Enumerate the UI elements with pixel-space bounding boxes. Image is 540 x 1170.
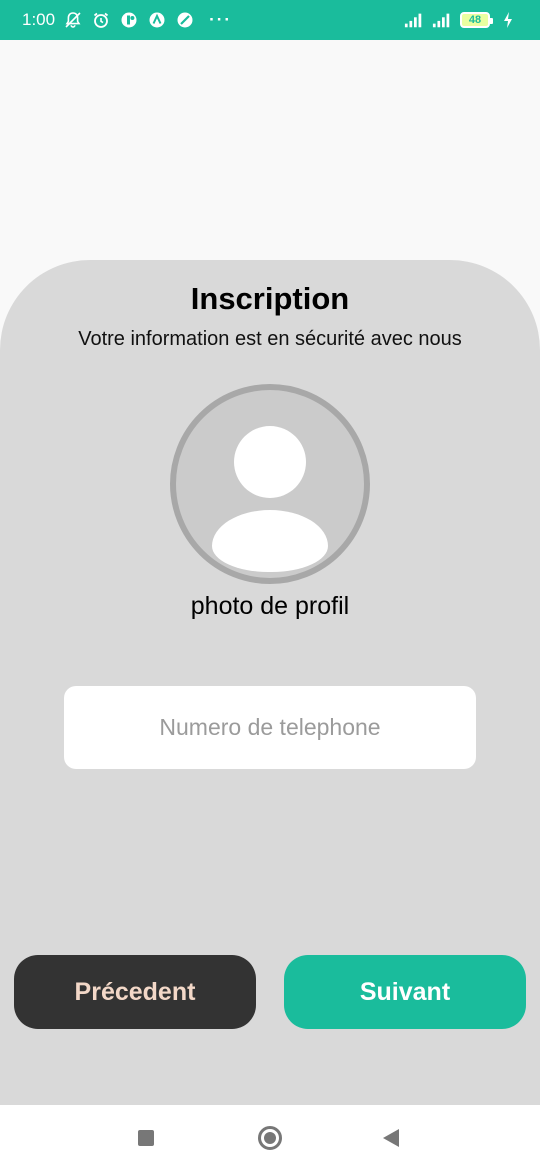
- avatar-head-icon: [234, 426, 306, 498]
- status-right: 48: [404, 10, 518, 30]
- next-button[interactable]: Suivant: [284, 955, 526, 1029]
- page-title: Inscription: [190, 281, 350, 316]
- previous-button[interactable]: Précedent: [14, 955, 256, 1029]
- muted-bell-icon: [63, 10, 83, 30]
- status-bar: 1:00 ··· 48: [0, 0, 540, 40]
- home-icon[interactable]: [258, 1126, 282, 1150]
- battery-level: 48: [468, 14, 482, 26]
- avatar-body-icon: [212, 510, 328, 572]
- battery-icon: 48: [460, 12, 493, 28]
- signal-icon: [404, 10, 424, 30]
- alarm-icon: [91, 10, 111, 30]
- more-notifications-indicator: ···: [209, 10, 233, 29]
- page-subtitle: Votre information est en sécurité avec n…: [78, 328, 462, 350]
- status-left: 1:00 ···: [22, 10, 232, 30]
- profile-photo-picker[interactable]: [170, 384, 370, 584]
- recent-apps-icon[interactable]: [138, 1130, 154, 1146]
- app-icon: [119, 10, 139, 30]
- charging-icon: [498, 10, 518, 30]
- signal-icon-2: [432, 10, 452, 30]
- status-time: 1:00: [22, 10, 56, 29]
- app-icon-3: [175, 10, 195, 30]
- back-icon[interactable]: [383, 1129, 399, 1147]
- phone-number-input[interactable]: [64, 686, 476, 769]
- system-nav-bar: [0, 1105, 540, 1170]
- app-icon-2: [147, 10, 167, 30]
- profile-photo-label: photo de profil: [190, 592, 350, 620]
